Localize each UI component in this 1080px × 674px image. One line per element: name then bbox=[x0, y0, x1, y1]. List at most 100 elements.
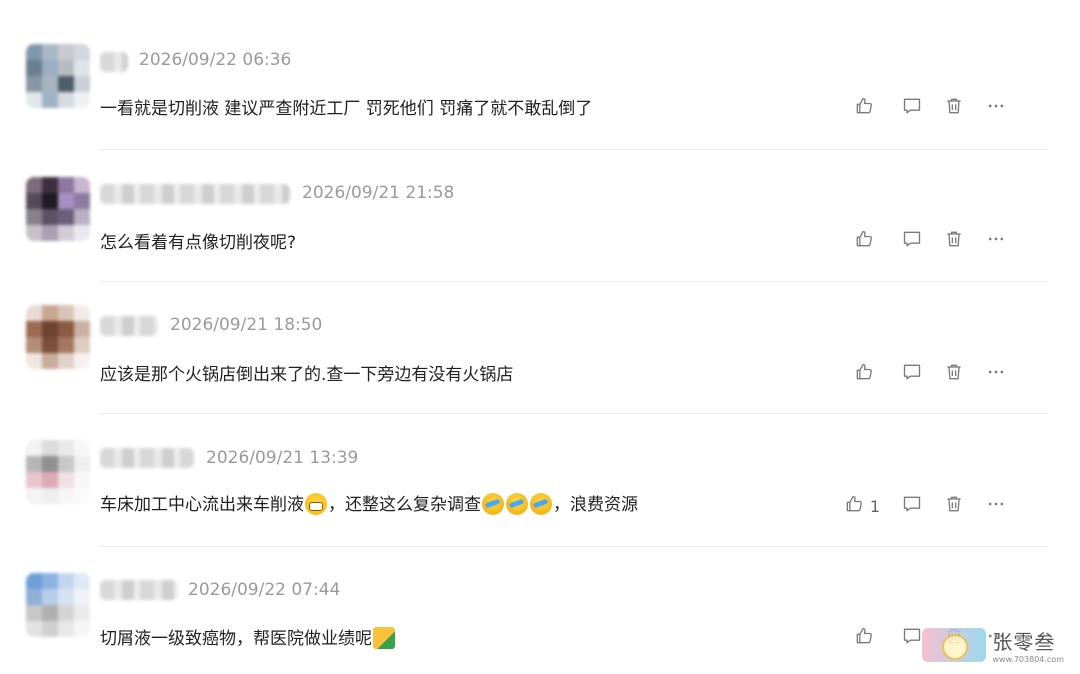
avatar-pixel bbox=[74, 456, 90, 472]
comment-time: 2026/09/22 07:44 bbox=[188, 580, 341, 600]
comment-item: 2026/09/22 07:44 切屑液一级致癌物，帮医院做业绩呢 bbox=[0, 0, 1080, 649]
like-button[interactable] bbox=[854, 626, 880, 650]
comment-time: 2026/09/21 13:39 bbox=[206, 448, 359, 468]
avatar-pixel bbox=[42, 621, 58, 637]
more-button[interactable] bbox=[986, 362, 1006, 386]
avatar-pixel bbox=[42, 305, 58, 321]
avatar-pixel bbox=[42, 353, 58, 369]
username-blurred[interactable] bbox=[100, 448, 194, 468]
avatar-pixel bbox=[58, 440, 74, 456]
avatar-pixel bbox=[42, 472, 58, 488]
divider bbox=[100, 413, 1048, 414]
avatar-pixel bbox=[26, 573, 42, 589]
avatar-pixel bbox=[42, 488, 58, 504]
avatar-pixel bbox=[26, 305, 42, 321]
avatar-pixel bbox=[58, 177, 74, 193]
comment-time: 2026/09/21 21:58 bbox=[302, 183, 455, 203]
avatar-pixel bbox=[58, 472, 74, 488]
avatar-pixel bbox=[26, 456, 42, 472]
username-blurred[interactable] bbox=[100, 184, 290, 204]
avatar[interactable] bbox=[26, 305, 90, 369]
reply-button[interactable] bbox=[902, 626, 922, 650]
reply-button[interactable] bbox=[902, 494, 922, 518]
divider bbox=[100, 546, 1048, 547]
avatar-pixel bbox=[42, 209, 58, 225]
avatar[interactable] bbox=[26, 177, 90, 241]
comment-icon bbox=[902, 362, 922, 386]
avatar-pixel bbox=[74, 177, 90, 193]
avatar-pixel bbox=[58, 321, 74, 337]
avatar-pixel bbox=[26, 321, 42, 337]
avatar-pixel bbox=[74, 225, 90, 241]
avatar-pixel bbox=[74, 209, 90, 225]
thumbs-up-icon bbox=[854, 229, 874, 253]
avatar-pixel bbox=[58, 605, 74, 621]
trash-icon bbox=[944, 229, 964, 253]
avatar-pixel bbox=[74, 573, 90, 589]
divider bbox=[100, 281, 1048, 282]
avatar-pixel bbox=[74, 621, 90, 637]
comment-text-part: 车床加工中心流出来车削液 bbox=[100, 495, 304, 515]
comment-actions bbox=[832, 229, 1006, 253]
comment-text-part: ，还整这么复杂调查 bbox=[328, 495, 481, 515]
avatar-pixel bbox=[42, 456, 58, 472]
avatar-pixel bbox=[26, 589, 42, 605]
avatar-pixel bbox=[42, 193, 58, 209]
avatar-pixel bbox=[58, 488, 74, 504]
delete-button[interactable] bbox=[944, 494, 964, 518]
comment-time: 2026/09/21 18:50 bbox=[170, 315, 323, 335]
avatar-pixel bbox=[58, 209, 74, 225]
watermark-url: www.703804.com bbox=[992, 655, 1064, 664]
avatar-pixel bbox=[74, 488, 90, 504]
more-icon bbox=[986, 229, 1006, 253]
avatar-pixel bbox=[42, 225, 58, 241]
reply-button[interactable] bbox=[902, 362, 922, 386]
username-blurred[interactable] bbox=[100, 580, 178, 600]
avatar-pixel bbox=[58, 193, 74, 209]
avatar[interactable] bbox=[26, 440, 90, 504]
avatar-pixel bbox=[74, 321, 90, 337]
like-button[interactable] bbox=[854, 229, 880, 253]
comment-icon bbox=[902, 229, 922, 253]
avatar-pixel bbox=[58, 353, 74, 369]
avatar-pixel bbox=[74, 605, 90, 621]
comment-text: 车床加工中心流出来车削液 ，还整这么复杂调查 ，浪费资源 bbox=[100, 490, 638, 515]
avatar-pixel bbox=[42, 177, 58, 193]
avatar-pixel bbox=[26, 225, 42, 241]
avatar[interactable] bbox=[26, 573, 90, 637]
reply-button[interactable] bbox=[902, 229, 922, 253]
avatar-pixel bbox=[26, 193, 42, 209]
avatar-pixel bbox=[42, 573, 58, 589]
comment-text: 应该是那个火锅店倒出来了的.查一下旁边有没有火锅店 bbox=[100, 365, 514, 385]
avatar-pixel bbox=[58, 573, 74, 589]
comment-actions bbox=[832, 362, 1006, 386]
thumbs-up-icon bbox=[854, 626, 874, 650]
avatar-pixel bbox=[74, 337, 90, 353]
comment-icon bbox=[902, 494, 922, 518]
more-button[interactable] bbox=[986, 494, 1006, 518]
delete-button[interactable] bbox=[944, 362, 964, 386]
avatar-pixel bbox=[42, 321, 58, 337]
avatar-pixel bbox=[26, 337, 42, 353]
comment-text: 切屑液一级致癌物，帮医院做业绩呢 bbox=[100, 624, 396, 649]
comment-actions: 1 bbox=[822, 494, 1006, 518]
username-blurred[interactable] bbox=[100, 316, 158, 336]
avatar-pixel bbox=[26, 177, 42, 193]
thumbs-up-icon bbox=[844, 494, 864, 518]
like-button[interactable] bbox=[854, 362, 880, 386]
avatar-pixel bbox=[58, 305, 74, 321]
avatar-pixel bbox=[58, 456, 74, 472]
avatar-pixel bbox=[74, 353, 90, 369]
avatar-pixel bbox=[26, 605, 42, 621]
laugh-cry-emoji-icon bbox=[530, 493, 552, 515]
avatar-pixel bbox=[42, 589, 58, 605]
avatar-pixel bbox=[26, 621, 42, 637]
more-icon bbox=[986, 494, 1006, 518]
avatar-pixel bbox=[58, 621, 74, 637]
more-button[interactable] bbox=[986, 229, 1006, 253]
like-button[interactable]: 1 bbox=[844, 494, 880, 518]
comment-text-part: 切屑液一级致癌物，帮医院做业绩呢 bbox=[100, 629, 372, 649]
delete-button[interactable] bbox=[944, 229, 964, 253]
avatar-pixel bbox=[74, 193, 90, 209]
thumbs-up-emoji-icon bbox=[373, 627, 395, 649]
